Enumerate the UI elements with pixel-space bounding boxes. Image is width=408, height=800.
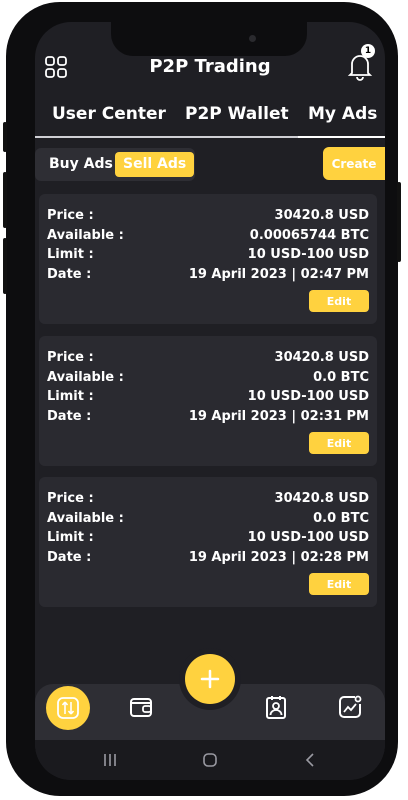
ads-type-toggle: Buy Ads Sell Ads — [35, 148, 195, 181]
date-value: 19 April 2023 | 02:47 PM — [188, 267, 369, 282]
limit-row: Limit : 10 USD-100 USD — [47, 530, 369, 550]
date-row: Date : 19 April 2023 | 02:28 PM — [47, 550, 369, 570]
notification-badge: 1 — [361, 44, 375, 58]
date-value: 19 April 2023 | 02:31 PM — [188, 409, 369, 424]
tab-active-indicator — [298, 136, 385, 138]
edit-button[interactable]: Edit — [309, 290, 369, 312]
limit-label: Limit : — [47, 530, 94, 545]
available-value: 0.0 BTC — [313, 511, 369, 526]
limit-label: Limit : — [47, 247, 94, 262]
ad-card: Price : 30420.8 USD Available : 0.0 BTC … — [39, 477, 377, 607]
side-button — [3, 172, 7, 228]
limit-row: Limit : 10 USD-100 USD — [47, 247, 369, 267]
price-label: Price : — [47, 208, 94, 223]
side-button — [3, 122, 7, 152]
limit-value: 10 USD-100 USD — [247, 389, 369, 404]
available-row: Available : 0.00065744 BTC — [47, 228, 369, 248]
available-row: Available : 0.0 BTC — [47, 370, 369, 390]
buy-ads-button[interactable]: Buy Ads — [41, 152, 121, 177]
add-icon — [200, 669, 220, 689]
date-value: 19 April 2023 | 02:28 PM — [188, 550, 369, 565]
chart-icon[interactable] — [335, 692, 365, 722]
tab-p2p-wallet[interactable]: P2P Wallet — [185, 104, 289, 124]
back-icon[interactable] — [300, 750, 320, 770]
sell-ads-button[interactable]: Sell Ads — [115, 152, 195, 177]
tab-bar: User Center P2P Wallet My Ads — [35, 104, 385, 136]
swap-icon[interactable] — [53, 693, 83, 723]
price-row: Price : 30420.8 USD — [47, 350, 369, 370]
phone-frame: P2P Trading 1 User Center P2P Wallet My … — [3, 2, 401, 796]
price-value: 30420.8 USD — [274, 208, 369, 223]
side-button — [397, 182, 401, 262]
date-label: Date : — [47, 409, 92, 424]
tab-my-ads[interactable]: My Ads — [308, 104, 377, 124]
price-label: Price : — [47, 350, 94, 365]
available-row: Available : 0.0 BTC — [47, 511, 369, 531]
price-row: Price : 30420.8 USD — [47, 491, 369, 511]
available-value: 0.00065744 BTC — [249, 228, 369, 243]
date-label: Date : — [47, 267, 92, 282]
date-label: Date : — [47, 550, 92, 565]
price-label: Price : — [47, 491, 94, 506]
available-value: 0.0 BTC — [313, 370, 369, 385]
date-row: Date : 19 April 2023 | 02:31 PM — [47, 409, 369, 429]
side-button — [3, 238, 7, 294]
tab-user-center[interactable]: User Center — [52, 104, 166, 124]
app-header: P2P Trading 1 — [35, 22, 385, 106]
home-icon[interactable] — [200, 750, 220, 770]
ad-card: Price : 30420.8 USD Available : 0.000657… — [39, 194, 377, 324]
limit-row: Limit : 10 USD-100 USD — [47, 389, 369, 409]
available-label: Available : — [47, 511, 124, 526]
price-value: 30420.8 USD — [274, 491, 369, 506]
recent-apps-icon[interactable] — [100, 750, 120, 770]
ad-card: Price : 30420.8 USD Available : 0.0 BTC … — [39, 336, 377, 466]
screen: P2P Trading 1 User Center P2P Wallet My … — [35, 22, 385, 780]
page-title: P2P Trading — [149, 56, 271, 77]
price-row: Price : 30420.8 USD — [47, 208, 369, 228]
wallet-icon[interactable] — [126, 692, 156, 722]
price-value: 30420.8 USD — [274, 350, 369, 365]
system-nav-bar — [35, 740, 385, 780]
create-button[interactable]: Create — [323, 147, 385, 180]
available-label: Available : — [47, 228, 124, 243]
limit-value: 10 USD-100 USD — [247, 247, 369, 262]
date-row: Date : 19 April 2023 | 02:47 PM — [47, 267, 369, 287]
edit-button[interactable]: Edit — [309, 573, 369, 595]
available-label: Available : — [47, 370, 124, 385]
limit-value: 10 USD-100 USD — [247, 530, 369, 545]
edit-button[interactable]: Edit — [309, 432, 369, 454]
limit-label: Limit : — [47, 389, 94, 404]
add-button[interactable] — [185, 654, 235, 704]
contact-icon[interactable] — [261, 692, 291, 722]
